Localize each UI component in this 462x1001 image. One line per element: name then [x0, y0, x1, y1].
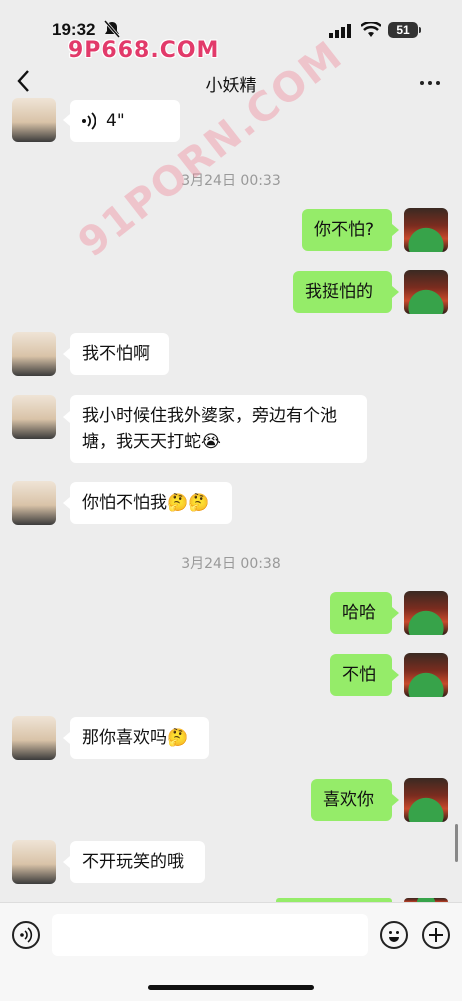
- avatar[interactable]: [12, 395, 56, 439]
- status-time: 19:32: [52, 20, 96, 39]
- message-bubble-sent[interactable]: 我挺怕的: [293, 271, 392, 313]
- home-indicator: [148, 985, 314, 990]
- avatar[interactable]: [404, 270, 448, 314]
- more-icon[interactable]: [418, 74, 444, 86]
- bubble-tail: [63, 732, 70, 744]
- avatar[interactable]: [12, 332, 56, 376]
- avatar[interactable]: [404, 653, 448, 697]
- status-bar: 19:32 9P668.COM 51: [0, 0, 462, 63]
- message-bubble-received[interactable]: 不开玩笑的哦: [70, 841, 205, 883]
- bubble-tail: [63, 348, 70, 360]
- chat-title: 小妖精: [205, 76, 257, 96]
- timestamp: 3月24日 00:33: [181, 173, 281, 189]
- chat-header: 小妖精: [0, 58, 462, 104]
- battery-tip: [419, 27, 421, 33]
- bubble-tail: [63, 856, 70, 868]
- avatar[interactable]: [404, 778, 448, 822]
- bubble-tail: [392, 669, 399, 681]
- message-bubble-sent[interactable]: 哈哈: [330, 592, 392, 634]
- avatar[interactable]: [404, 208, 448, 252]
- message-line: 塘，我天天打蛇😭: [82, 432, 221, 452]
- message-bubble-received[interactable]: 你怕不怕我🤔🤔: [70, 482, 232, 524]
- scrollbar[interactable]: [455, 824, 458, 862]
- emoji-icon[interactable]: [380, 921, 408, 949]
- bubble-tail: [63, 411, 70, 423]
- message-bubble-sent[interactable]: 不怕: [330, 654, 392, 696]
- bubble-tail: [392, 794, 399, 806]
- bubble-tail: [392, 607, 399, 619]
- battery-indicator: 51: [388, 22, 418, 38]
- voice-wave-icon: [82, 112, 96, 130]
- signal-icon: [329, 24, 351, 38]
- bubble-tail: [63, 497, 70, 509]
- message-line: 我小时候住我外婆家，旁边有个池: [82, 406, 337, 426]
- message-bubble-received[interactable]: 那你喜欢吗🤔: [70, 717, 209, 759]
- bubble-tail: [392, 224, 399, 236]
- voice-icon[interactable]: [12, 921, 40, 949]
- message-bubble-sent[interactable]: 喜欢你: [311, 779, 392, 821]
- bubble-tail: [63, 114, 70, 126]
- plus-icon[interactable]: [422, 921, 450, 949]
- avatar[interactable]: [404, 591, 448, 635]
- avatar[interactable]: [12, 98, 56, 142]
- message-bubble-received[interactable]: 我不怕啊: [70, 333, 169, 375]
- avatar[interactable]: [12, 481, 56, 525]
- voice-duration: 4": [106, 111, 125, 131]
- bell-slash-icon: [104, 20, 120, 38]
- message-input[interactable]: [52, 914, 368, 956]
- voice-message[interactable]: 4": [70, 100, 180, 142]
- wifi-icon: [361, 22, 381, 37]
- avatar[interactable]: [12, 716, 56, 760]
- message-bubble-sent[interactable]: 你不怕?: [302, 209, 392, 251]
- avatar[interactable]: [12, 840, 56, 884]
- bubble-tail: [392, 286, 399, 298]
- message-bubble-received[interactable]: 我小时候住我外婆家，旁边有个池 塘，我天天打蛇😭: [70, 395, 367, 463]
- timestamp: 3月24日 00:38: [181, 556, 281, 572]
